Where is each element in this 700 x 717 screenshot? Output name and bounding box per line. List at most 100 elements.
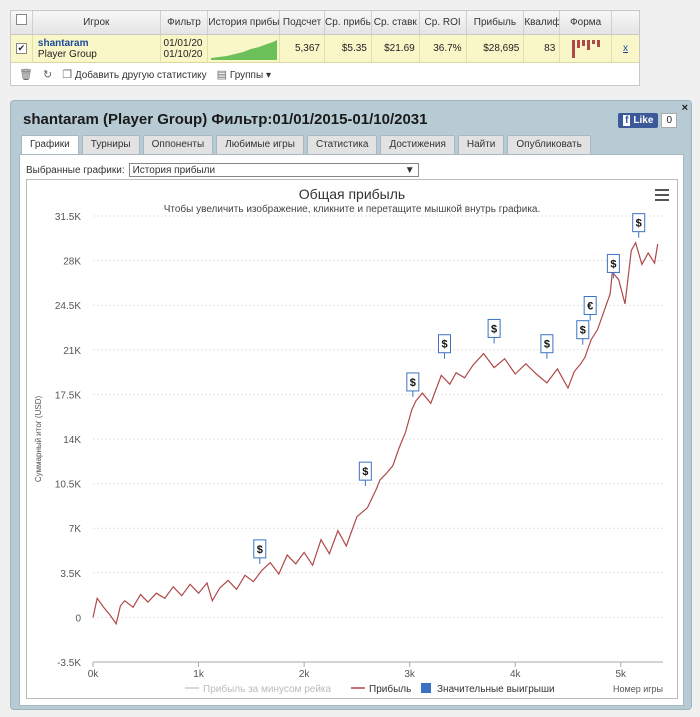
y-tick-label: 14K: [63, 435, 81, 446]
header-avg-roi[interactable]: Ср. ROI: [420, 11, 467, 34]
tab-bar: Графики Турниры Оппоненты Любимые игры С…: [21, 135, 591, 154]
close-icon[interactable]: ×: [682, 102, 688, 114]
avg-stake-cell: $21.69: [372, 35, 420, 62]
profit-cell: $28,695: [467, 35, 525, 62]
fb-like-button[interactable]: f Like: [618, 113, 659, 128]
tab-tournaments[interactable]: Турниры: [81, 135, 140, 154]
x-tick-label: 0k: [88, 669, 100, 680]
header-player[interactable]: Игрок: [33, 11, 161, 34]
trash-icon[interactable]: 🗑: [19, 68, 33, 81]
x-tick-label: 3k: [404, 669, 416, 680]
tab-content: Выбранные графики: История прибыли ▼ Общ…: [19, 154, 684, 706]
header-filter[interactable]: Фильтр: [161, 11, 209, 34]
filter-from: 01/01/20: [163, 37, 203, 49]
groups-button[interactable]: ▤ Группы ▾: [217, 68, 271, 81]
y-tick-label: 31.5K: [55, 212, 81, 223]
player-name-link[interactable]: shantaram: [38, 38, 89, 49]
filter-cell: 01/01/20 01/10/20: [161, 35, 209, 62]
stats-header-row: Игрок Фильтр История прибы Подсчет Ср. п…: [11, 11, 639, 35]
tab-statistics[interactable]: Статистика: [306, 135, 378, 154]
row-checkbox-cell[interactable]: ✔: [11, 35, 33, 62]
header-select-all[interactable]: [11, 11, 33, 34]
y-tick-label: 7K: [69, 524, 82, 535]
y-axis-title: Суммарный итог (USD): [34, 396, 43, 483]
stats-footer: 🗑 ↻ ❐ Добавить другую статистику ▤ Групп…: [11, 63, 639, 85]
x-tick-label: 4k: [510, 669, 522, 680]
chart-selector-row: Выбранные графики: История прибыли ▼: [26, 163, 419, 177]
stats-table: Игрок Фильтр История прибы Подсчет Ср. п…: [10, 10, 640, 86]
fb-like-widget: f Like 0: [618, 113, 677, 128]
chevron-down-icon: ▾: [265, 69, 271, 81]
legend-swatch-big-wins: [421, 683, 431, 693]
chart-selector-value: История прибыли: [132, 164, 216, 176]
big-win-symbol: $: [636, 218, 642, 230]
y-tick-label: -3.5K: [57, 658, 81, 669]
form-cell: [560, 35, 613, 62]
big-win-symbol: $: [544, 339, 550, 351]
header-history[interactable]: История прибы: [208, 11, 281, 34]
x-axis-title: Номер игры: [613, 684, 663, 694]
tab-charts[interactable]: Графики: [21, 135, 79, 154]
select-all-checkbox[interactable]: [15, 14, 27, 25]
legend-label-profit: Прибыль: [369, 683, 411, 695]
groups-label: Группы: [229, 69, 264, 81]
sparkline-chart: [211, 39, 278, 60]
x-tick-label: 1k: [193, 669, 205, 680]
fb-like-label: Like: [633, 115, 654, 126]
remove-row-cell: x: [612, 35, 639, 62]
add-stat-label: Добавить другую статистику: [74, 69, 207, 81]
dropdown-arrow-icon: ▼: [404, 164, 415, 176]
header-qual[interactable]: Квалиф: [524, 11, 561, 34]
panel-title: shantaram (Player Group) Фильтр:01/01/20…: [23, 111, 428, 128]
player-panel: shantaram (Player Group) Фильтр:01/01/20…: [10, 100, 692, 710]
facebook-icon: f: [623, 115, 631, 126]
filter-to: 01/10/20: [163, 48, 203, 60]
table-row: ✔ shantaram Player Group 01/01/20 01/10/…: [11, 35, 639, 63]
chart-selector-dropdown[interactable]: История прибыли ▼: [128, 163, 419, 177]
big-win-symbol: $: [610, 258, 616, 270]
header-profit[interactable]: Прибыль: [467, 11, 525, 34]
tab-favorite-games[interactable]: Любимые игры: [216, 135, 304, 154]
legend-label-rake: Прибыль за минусом рейка: [203, 683, 332, 695]
avg-profit-cell: $5.35: [325, 35, 372, 62]
big-win-symbol: $: [580, 325, 586, 337]
header-count[interactable]: Подсчет: [280, 11, 325, 34]
y-tick-label: 28K: [63, 257, 81, 268]
tab-opponents[interactable]: Оппоненты: [142, 135, 214, 154]
player-cell: shantaram Player Group: [33, 35, 161, 62]
qual-cell: 83: [524, 35, 561, 62]
tab-achievements[interactable]: Достижения: [380, 135, 455, 154]
count-cell: 5,367: [280, 35, 325, 62]
big-win-symbol: $: [362, 466, 368, 478]
y-tick-label: 3.5K: [60, 569, 81, 580]
history-sparkline: [208, 35, 281, 62]
y-tick-label: 10.5K: [55, 480, 81, 491]
player-group: Player Group: [37, 48, 97, 60]
big-win-symbol: €: [587, 300, 593, 312]
big-win-symbol: $: [491, 323, 497, 335]
remove-row-link[interactable]: x: [623, 43, 628, 54]
row-checkbox[interactable]: ✔: [15, 43, 27, 54]
header-avg-stake[interactable]: Ср. ставк: [372, 11, 420, 34]
chart-selector-label: Выбранные графики:: [26, 164, 125, 176]
chart-container[interactable]: Общая прибыль Чтобы увеличить изображени…: [26, 179, 678, 699]
add-stat-button[interactable]: ❐ Добавить другую статистику: [62, 68, 206, 81]
y-tick-label: 24.5K: [55, 301, 81, 312]
copy-icon: ❐: [62, 68, 73, 81]
legend-label-big-wins: Значительные выигрыши: [437, 684, 555, 695]
x-tick-label: 2k: [299, 669, 311, 680]
profit-chart-svg[interactable]: 31.5K 28K 24.5K 21K 17.5K 14K 10.5K 7K 3.5K 0 -3.5…: [27, 180, 677, 698]
tab-find[interactable]: Найти: [457, 135, 505, 154]
tab-publish[interactable]: Опубликовать: [507, 135, 591, 154]
header-empty: [612, 11, 639, 34]
y-tick-label: 21K: [63, 346, 81, 357]
y-tick-label: 17.5K: [55, 390, 81, 401]
profit-series-line: [92, 241, 659, 626]
header-form[interactable]: Форма: [560, 11, 613, 34]
big-win-symbol: $: [257, 544, 263, 556]
header-avg-profit[interactable]: Ср. прибы: [325, 11, 372, 34]
refresh-icon[interactable]: ↻: [43, 68, 52, 81]
big-win-symbol: $: [441, 339, 447, 351]
form-bars: [571, 39, 600, 58]
avg-roi-cell: 36.7%: [420, 35, 467, 62]
